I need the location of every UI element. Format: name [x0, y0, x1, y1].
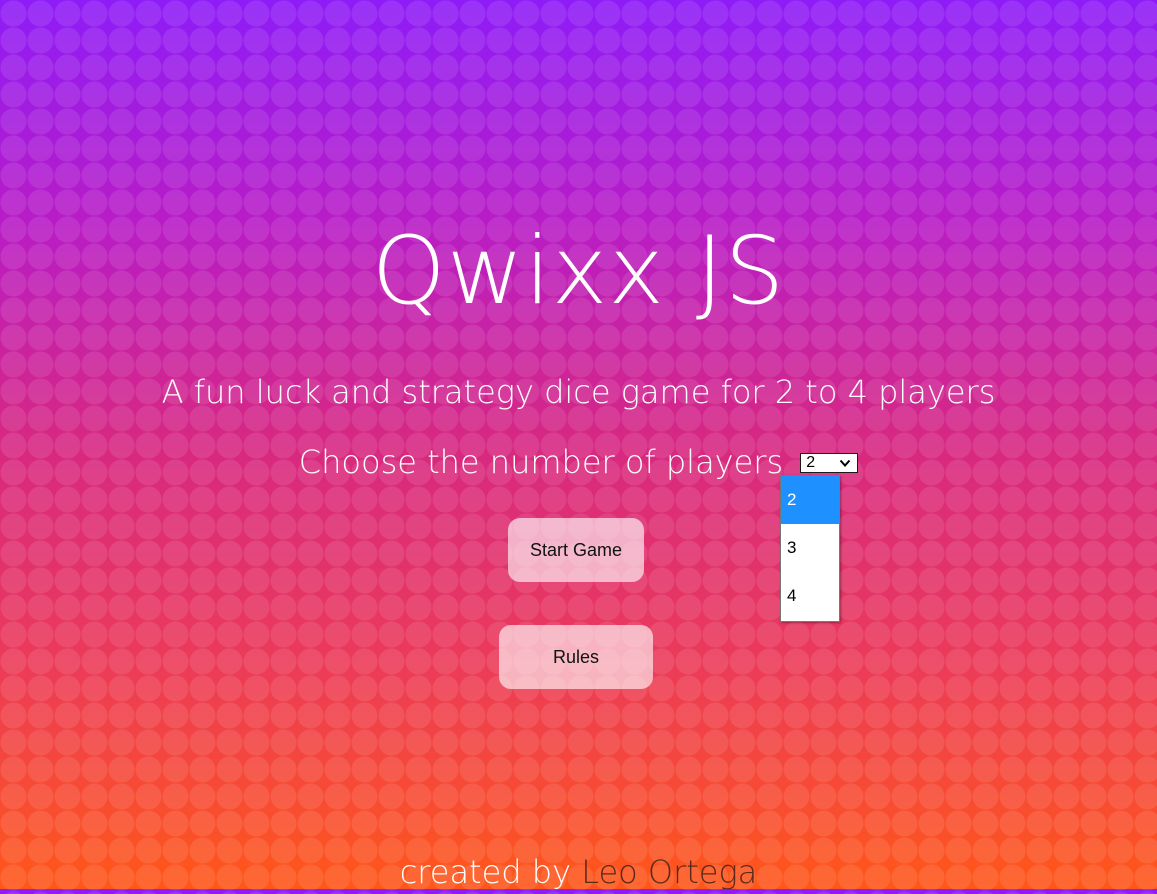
page-title: Qwixx JS	[371, 217, 786, 326]
player-option-4[interactable]: 4	[781, 572, 839, 620]
players-select[interactable]: 2	[800, 453, 859, 473]
players-row: Choose the number of players 2	[0, 440, 1157, 484]
page-subtitle: A fun luck and strategy dice game for 2 …	[161, 373, 996, 411]
start-game-button[interactable]: Start Game	[508, 518, 644, 582]
footer-credit: created by Leo Ortega	[0, 850, 1157, 894]
author-link[interactable]: Leo Ortega	[581, 853, 757, 891]
chevron-down-icon	[839, 459, 851, 467]
players-dropdown: 2 3 4	[780, 475, 840, 622]
rules-button[interactable]: Rules	[499, 625, 653, 689]
footer-prefix: created by	[399, 853, 572, 891]
player-option-3[interactable]: 3	[781, 524, 839, 572]
players-label: Choose the number of players	[298, 443, 784, 481]
players-select-value: 2	[806, 454, 816, 471]
player-option-2[interactable]: 2	[781, 476, 839, 524]
